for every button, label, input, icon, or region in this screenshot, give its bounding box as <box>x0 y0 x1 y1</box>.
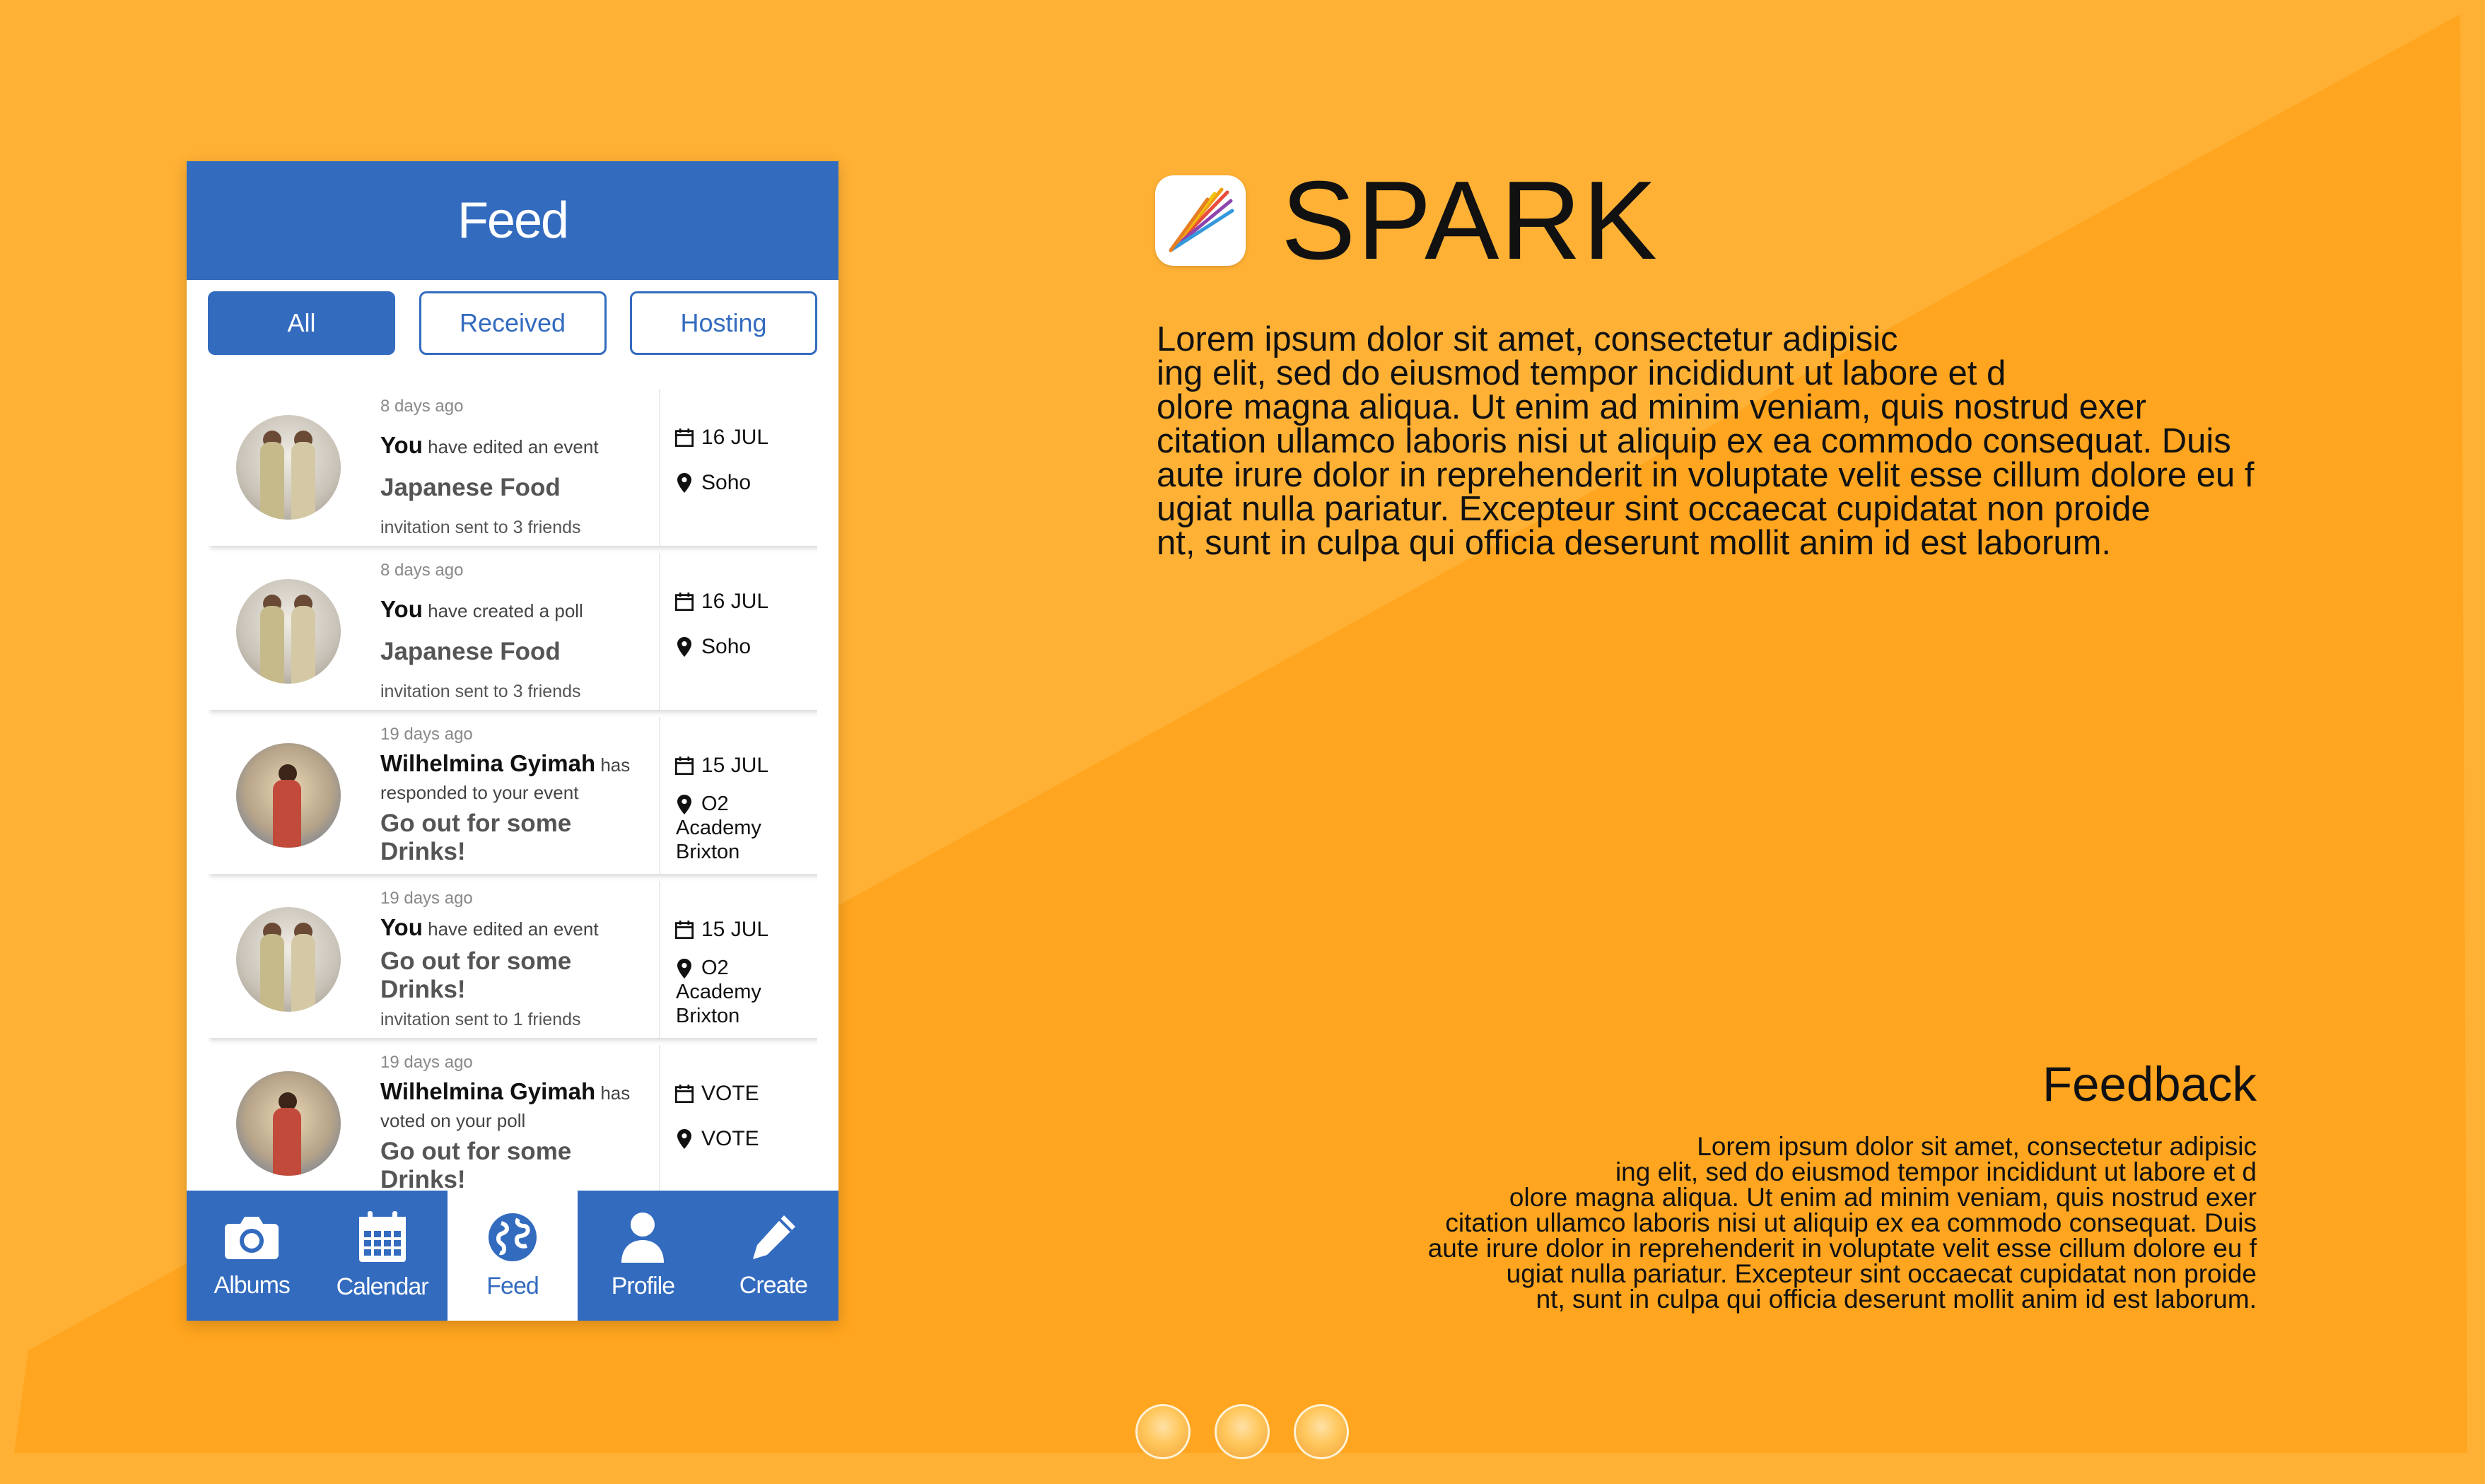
event-location: Soho <box>701 635 752 658</box>
avatar <box>236 579 341 684</box>
timestamp: 19 days ago <box>380 1053 473 1072</box>
event-date: 15 JUL <box>701 918 769 941</box>
map-pin-icon <box>672 959 697 978</box>
tab-hosting[interactable]: Hosting <box>630 291 817 355</box>
feed-tabs: All Received Hosting <box>187 280 838 355</box>
invitation-note: invitation sent to 1 friends <box>380 1009 581 1029</box>
event-location: Soho <box>701 471 752 494</box>
nav-profile[interactable]: Profile <box>578 1191 708 1321</box>
calendar-icon <box>672 428 697 448</box>
actor-name: You <box>380 595 423 622</box>
page-title: Feed <box>187 161 838 280</box>
action-detail: responded to your event <box>380 782 579 804</box>
event-location-line: Academy <box>676 817 761 839</box>
event-date: 15 JUL <box>701 754 769 777</box>
carousel-dot[interactable] <box>1294 1404 1349 1459</box>
invitation-note: invitation sent to 3 friends <box>380 517 581 537</box>
timestamp: 19 days ago <box>380 889 473 908</box>
calendar-icon <box>672 592 697 612</box>
timestamp: 8 days ago <box>380 397 464 416</box>
list-item[interactable]: 8 days ago You have edited an event Japa… <box>208 389 817 546</box>
nav-label: Feed <box>486 1272 539 1299</box>
action-text: has <box>600 1082 631 1104</box>
map-pin-icon <box>672 473 697 493</box>
feedback-text: Lorem ipsum dolor sit amet, consectetur … <box>1427 1132 2257 1314</box>
carousel-dot[interactable] <box>1215 1404 1270 1459</box>
actor-name: Wilhelmina Gyimah <box>380 1077 596 1104</box>
action-text: have created a poll <box>428 600 583 621</box>
calendar-icon <box>672 1084 697 1104</box>
tab-all[interactable]: All <box>208 291 395 355</box>
event-name[interactable]: Japanese Food <box>380 474 599 502</box>
camera-icon <box>225 1216 279 1259</box>
calendar-icon <box>672 756 697 776</box>
nav-albums[interactable]: Albums <box>187 1191 317 1321</box>
map-pin-icon <box>672 637 697 657</box>
app-description: Lorem ipsum dolor sit amet, consectetur … <box>1157 320 2255 562</box>
event-date: VOTE <box>701 1082 759 1105</box>
list-item[interactable]: 8 days ago You have created a poll Japan… <box>208 553 817 710</box>
action-text: have edited an event <box>428 918 599 940</box>
actor-name: You <box>380 914 423 941</box>
user-icon <box>621 1212 665 1263</box>
event-location: VOTE <box>701 1127 759 1150</box>
map-pin-icon <box>672 1129 697 1149</box>
invitation-note: invitation sent to 3 friends <box>380 681 581 701</box>
actor-name: You <box>380 431 423 458</box>
timestamp: 8 days ago <box>380 561 464 580</box>
nav-label: Calendar <box>336 1273 429 1300</box>
bottom-nav: Albums Calendar Feed Profile Create <box>187 1191 838 1321</box>
event-name[interactable]: Japanese Food <box>380 638 583 666</box>
event-date: 16 JUL <box>701 426 769 449</box>
carousel-dot[interactable] <box>1135 1404 1191 1459</box>
avatar <box>236 743 341 848</box>
event-date: 16 JUL <box>701 590 769 613</box>
event-location-line: Brixton <box>676 1005 740 1027</box>
feedback-title: Feedback <box>2042 1057 2257 1111</box>
phone-mockup: Feed All Received Hosting 8 days ago You… <box>187 161 838 1321</box>
nav-label: Albums <box>214 1271 291 1299</box>
list-item[interactable]: 19 days ago Wilhelmina Gyimah has respon… <box>208 717 817 874</box>
spark-logo-icon <box>1155 175 1246 266</box>
actor-name: Wilhelmina Gyimah <box>380 749 596 776</box>
event-name[interactable]: Go out for some Drinks! <box>380 810 659 866</box>
nav-label: Create <box>739 1271 808 1299</box>
calendar-icon <box>672 920 697 940</box>
nav-calendar[interactable]: Calendar <box>317 1191 447 1321</box>
app-name: SPARK <box>1281 158 1659 283</box>
nav-feed[interactable]: Feed <box>447 1191 578 1321</box>
avatar <box>236 415 341 520</box>
event-location-line: O2 <box>701 957 729 979</box>
tab-received[interactable]: Received <box>419 291 607 355</box>
event-location-line: Brixton <box>676 841 740 863</box>
event-name[interactable]: Go out for some Drinks! <box>380 1138 659 1194</box>
event-location-line: O2 <box>701 793 729 815</box>
action-text: has <box>600 754 631 776</box>
list-item[interactable]: 19 days ago You have edited an event Go … <box>208 881 817 1038</box>
nav-create[interactable]: Create <box>708 1191 838 1321</box>
nav-label: Profile <box>611 1272 675 1299</box>
event-name[interactable]: Go out for some Drinks! <box>380 947 659 1004</box>
map-pin-icon <box>672 795 697 814</box>
calendar-icon <box>358 1210 406 1262</box>
carousel-dots <box>1135 1404 1349 1459</box>
action-text: have edited an event <box>428 436 599 457</box>
globe-icon <box>489 1213 537 1261</box>
pencil-icon <box>752 1215 795 1259</box>
avatar <box>236 907 341 1012</box>
avatar <box>236 1071 341 1176</box>
feed-list: 8 days ago You have edited an event Japa… <box>208 389 817 1321</box>
action-detail: voted on your poll <box>380 1110 526 1132</box>
timestamp: 19 days ago <box>380 725 473 744</box>
list-item[interactable]: 19 days ago Wilhelmina Gyimah has voted … <box>208 1045 817 1202</box>
event-location-line: Academy <box>676 981 761 1003</box>
